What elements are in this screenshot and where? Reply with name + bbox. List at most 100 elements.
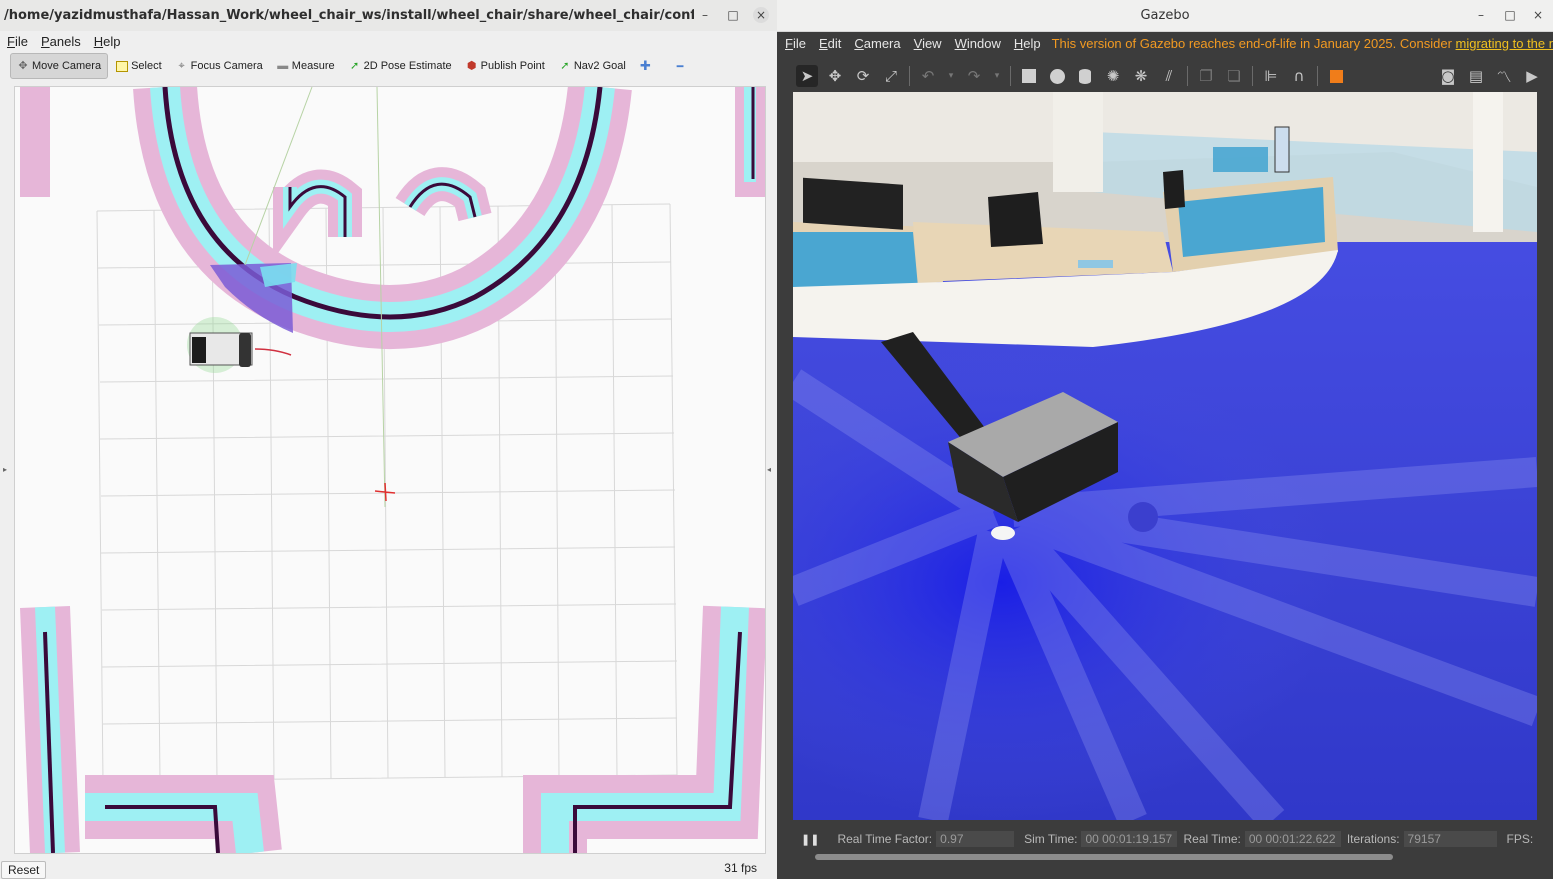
- right-dock-splitter[interactable]: ◂: [766, 86, 772, 852]
- tool-2d-pose-estimate[interactable]: ➚ 2D Pose Estimate: [343, 54, 458, 78]
- measure-icon: ▬: [277, 60, 289, 72]
- tool-nav2-goal[interactable]: ➚ Nav2 Goal: [553, 54, 632, 78]
- box-shape-icon[interactable]: [1018, 65, 1040, 87]
- move-camera-icon: ✥: [18, 60, 28, 72]
- sphere-shape-icon[interactable]: [1046, 65, 1068, 87]
- rotate-mode-icon[interactable]: ⟳: [852, 65, 874, 87]
- eol-notice: This version of Gazebo reaches end-of-li…: [1052, 36, 1553, 51]
- iterations-value: 79157: [1403, 831, 1497, 847]
- directional-light-icon[interactable]: ⫽: [1158, 65, 1180, 87]
- gz-menu-help[interactable]: Help: [1014, 36, 1041, 51]
- gz-menu-camera-accel: C: [854, 35, 864, 51]
- gazebo-maximize-button[interactable]: □: [1502, 7, 1518, 23]
- gz-menu-view-rest: iew: [922, 35, 942, 51]
- splitter-arrow-icon: ▸: [2, 464, 7, 474]
- left-dock-splitter[interactable]: ▸: [2, 86, 8, 852]
- costmap-render: [20, 87, 765, 853]
- toolbar-separator: [1252, 66, 1253, 86]
- remove-tool-button[interactable]: ━: [671, 54, 690, 78]
- menu-file[interactable]: File: [7, 34, 28, 49]
- gz-menu-file[interactable]: File: [785, 36, 806, 51]
- menu-help[interactable]: Help: [94, 34, 121, 49]
- rviz-fps-readout: 31 fps: [724, 861, 757, 875]
- log-data-icon[interactable]: ▤: [1465, 65, 1487, 87]
- paste-icon[interactable]: ❏: [1223, 65, 1245, 87]
- tool-publish-point[interactable]: ⬢ Publish Point: [460, 54, 551, 78]
- translate-mode-icon[interactable]: ✥: [824, 65, 846, 87]
- point-light-icon[interactable]: ✺: [1102, 65, 1124, 87]
- spot-light-icon[interactable]: ❋: [1130, 65, 1152, 87]
- gazebo-menubar: File Edit Camera View Window Help This v…: [777, 32, 1553, 54]
- sim-time-value: 00 00:01:19.157: [1081, 831, 1178, 847]
- tool-move-camera[interactable]: ✥ Move Camera: [10, 53, 109, 79]
- gz-menu-camera[interactable]: Camera: [854, 36, 900, 51]
- gazebo-3d-scene[interactable]: [793, 92, 1537, 820]
- rviz-titlebar[interactable]: /home/yazidmusthafa/Hassan_Work/wheel_ch…: [0, 0, 777, 32]
- statusbar-scrollbar[interactable]: [815, 854, 1393, 860]
- snap-icon[interactable]: ∩: [1288, 65, 1310, 87]
- iterations-label: Iterations:: [1346, 832, 1400, 846]
- screenshot-icon[interactable]: ◙: [1437, 65, 1459, 87]
- toolbar-separator: [1317, 66, 1318, 86]
- gazebo-titlebar[interactable]: Gazebo – □ ×: [777, 0, 1553, 32]
- real-time-factor-label: Real Time Factor:: [837, 832, 933, 846]
- gazebo-close-button[interactable]: ×: [1530, 7, 1546, 23]
- tool-move-camera-label: Move Camera: [32, 60, 102, 72]
- rviz-window-title: /home/yazidmusthafa/Hassan_Work/wheel_ch…: [4, 8, 694, 23]
- real-time-label: Real Time:: [1183, 832, 1241, 846]
- menu-file-rest: ile: [14, 33, 28, 49]
- tool-measure[interactable]: ▬ Measure: [271, 54, 341, 78]
- rviz-3d-view[interactable]: [14, 86, 766, 854]
- eol-migration-link[interactable]: migrating to the n: [1456, 36, 1553, 51]
- gz-menu-view[interactable]: View: [914, 36, 942, 51]
- rviz-window: /home/yazidmusthafa/Hassan_Work/wheel_ch…: [0, 0, 777, 879]
- align-icon[interactable]: ⊫: [1260, 65, 1282, 87]
- gz-menu-edit[interactable]: Edit: [819, 36, 841, 51]
- plot-icon[interactable]: 〽: [1493, 65, 1515, 87]
- minus-icon: ━: [676, 60, 684, 73]
- menu-panels[interactable]: Panels: [41, 34, 81, 49]
- tool-select[interactable]: Select: [110, 54, 168, 78]
- copy-icon[interactable]: ❐: [1195, 65, 1217, 87]
- gazebo-window-title: Gazebo: [1140, 8, 1190, 23]
- redo-icon[interactable]: ↷: [963, 65, 985, 87]
- rviz-close-button[interactable]: ×: [753, 7, 769, 23]
- gazebo-minimize-button[interactable]: –: [1473, 7, 1489, 23]
- undo-history-icon[interactable]: ▾: [945, 65, 957, 87]
- menu-help-accel: H: [93, 33, 104, 49]
- rviz-maximize-button[interactable]: □: [725, 7, 741, 23]
- reset-button[interactable]: Reset: [1, 861, 47, 879]
- tool-focus-camera[interactable]: ⌖ Focus Camera: [170, 54, 269, 78]
- change-view-icon[interactable]: [1325, 65, 1347, 87]
- gz-menu-file-rest: ile: [792, 35, 806, 51]
- gz-menu-window[interactable]: Window: [955, 36, 1001, 51]
- pose-estimate-icon: ➚: [349, 60, 360, 72]
- select-mode-icon[interactable]: ➤: [796, 65, 818, 87]
- undo-icon[interactable]: ↶: [917, 65, 939, 87]
- fps-label: FPS:: [1506, 832, 1534, 846]
- menu-panels-accel: P: [40, 33, 50, 49]
- tool-select-label: Select: [131, 60, 162, 72]
- select-icon: [116, 60, 129, 72]
- menu-help-rest: elp: [103, 33, 121, 49]
- pause-button[interactable]: ❚❚: [801, 833, 819, 846]
- add-tool-button[interactable]: ✚: [634, 54, 657, 78]
- rviz-statusbar: Reset 31 fps: [0, 858, 777, 879]
- gz-menu-file-accel: F: [785, 35, 793, 51]
- rviz-minimize-button[interactable]: –: [697, 7, 713, 23]
- real-time-factor-value: 0.97: [936, 831, 1015, 847]
- redo-history-icon[interactable]: ▾: [991, 65, 1003, 87]
- video-record-icon[interactable]: ▶: [1521, 65, 1543, 87]
- tool-publish-point-label: Publish Point: [480, 60, 545, 72]
- gazebo-window: Gazebo – □ × File Edit Camera View Windo…: [777, 0, 1553, 879]
- sim-time-label: Sim Time:: [1024, 832, 1078, 846]
- cylinder-shape-icon[interactable]: [1074, 65, 1096, 87]
- publish-point-icon: ⬢: [466, 60, 477, 72]
- tool-nav2-goal-label: Nav2 Goal: [573, 60, 626, 72]
- scale-mode-icon[interactable]: ⤢: [880, 65, 902, 87]
- gz-menu-view-accel: V: [913, 35, 923, 51]
- tool-2d-pose-estimate-label: 2D Pose Estimate: [363, 60, 452, 72]
- eol-notice-text: This version of Gazebo reaches end-of-li…: [1051, 35, 1452, 51]
- menu-panels-rest: anels: [49, 33, 81, 49]
- gazebo-toolbar: ➤ ✥ ⟳ ⤢ ↶ ▾ ↷ ▾ ✺ ❋ ⫽ ❐ ❏ ⊫ ∩ ◙ ▤ 〽 ▶: [793, 60, 1553, 92]
